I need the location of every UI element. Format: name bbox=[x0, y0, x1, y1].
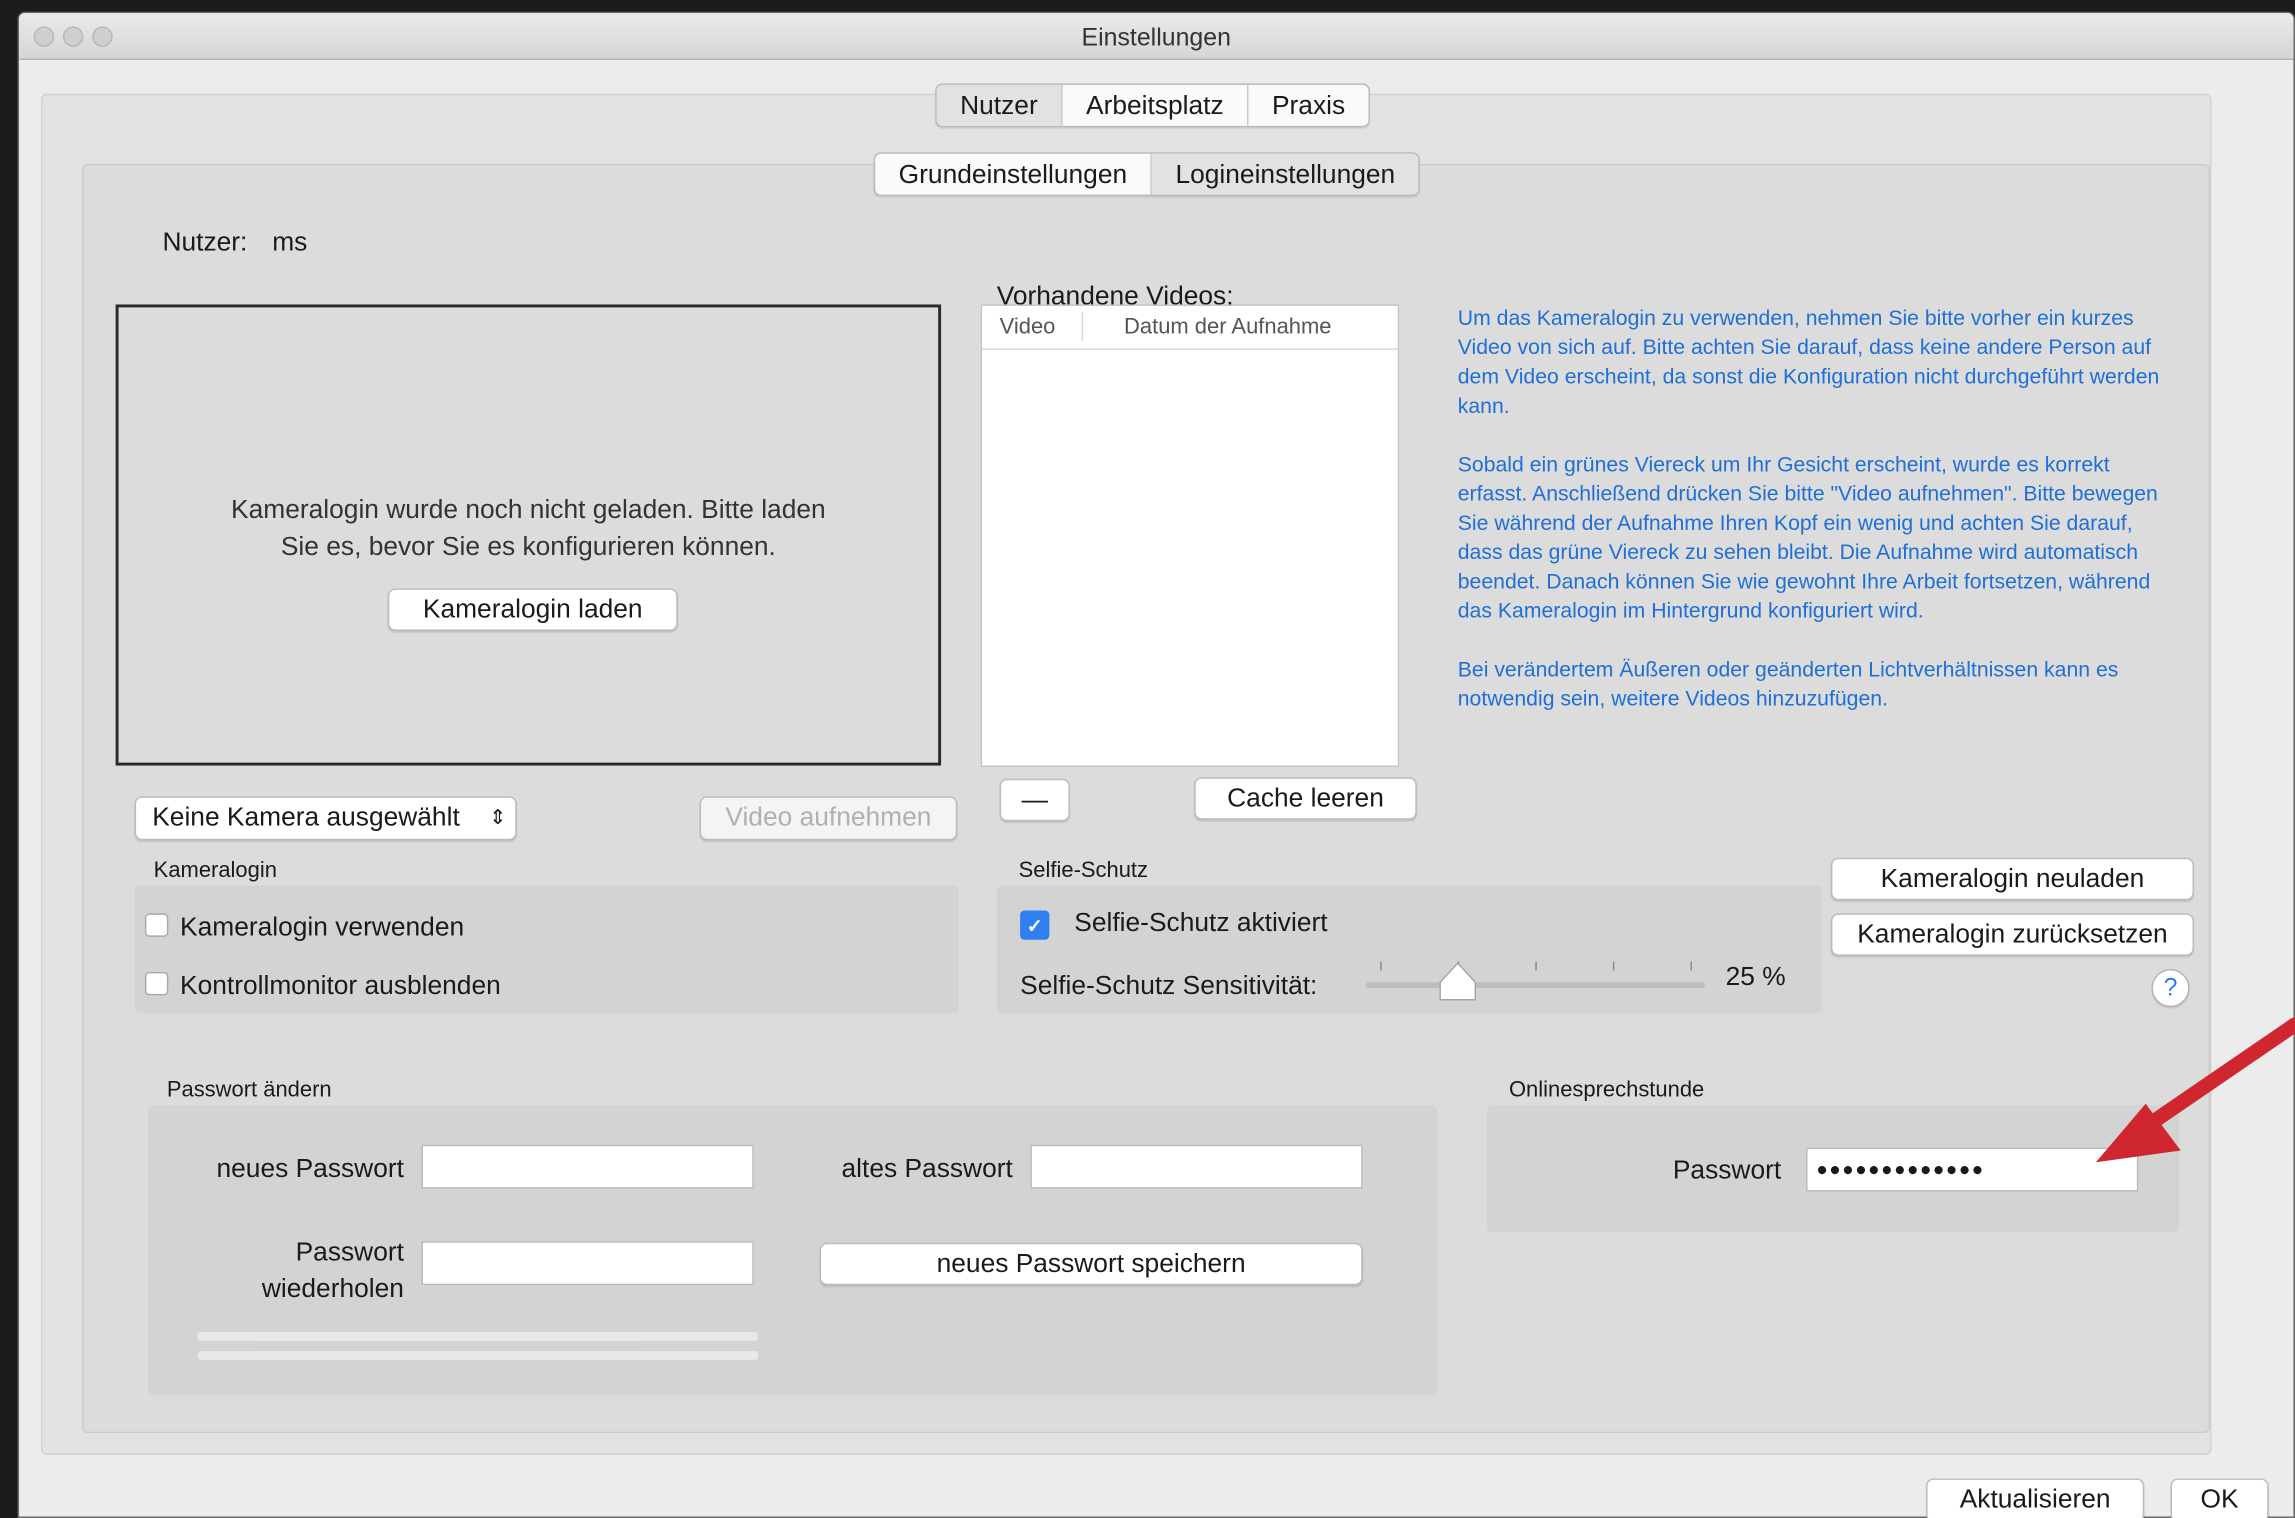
camera-select-value: Keine Kamera ausgewählt bbox=[152, 802, 460, 832]
sub-tab-bar: Grundeinstellungen Logineinstellungen bbox=[873, 152, 1421, 197]
user-name: ms bbox=[272, 226, 308, 257]
password-change-group: neues Passwort altes Passwort Passwort w… bbox=[147, 1105, 1438, 1396]
tab-nutzer[interactable]: Nutzer bbox=[936, 84, 1063, 126]
camera-message-line2: Sie es, bevor Sie es konfigurieren könne… bbox=[280, 531, 776, 561]
annotation-arrow-icon bbox=[2095, 1017, 2295, 1163]
selfie-active-label[interactable]: Selfie-Schutz aktiviert bbox=[1074, 908, 1327, 939]
camera-message: Kameralogin wurde noch nicht geladen. Bi… bbox=[119, 492, 939, 565]
use-kameralogin-label[interactable]: Kameralogin verwenden bbox=[180, 912, 464, 943]
tab-grundeinstellungen[interactable]: Grundeinstellungen bbox=[875, 153, 1153, 195]
tab-praxis[interactable]: Praxis bbox=[1249, 85, 1369, 126]
help-icon[interactable]: ? bbox=[2151, 969, 2190, 1008]
repeat-password-label-line2: wiederholen bbox=[261, 1273, 404, 1303]
slider-track bbox=[1365, 982, 1706, 989]
instructions-paragraph-3: Bei verändertem Äußeren oder geänderten … bbox=[1457, 658, 2119, 712]
password-strength-bar bbox=[197, 1332, 759, 1341]
sensitivity-value: 25 % bbox=[1725, 961, 1786, 991]
updown-chevron-icon: ⇕ bbox=[489, 805, 507, 829]
tab-logineinstellungen[interactable]: Logineinstellungen bbox=[1152, 153, 1419, 195]
password-strength-bar bbox=[197, 1351, 759, 1360]
online-group: Passwort ●●●●●●●●●●●●● bbox=[1487, 1105, 2180, 1233]
selfie-active-checkbox[interactable]: ✓ bbox=[1020, 910, 1050, 940]
hide-monitor-checkbox[interactable] bbox=[144, 971, 169, 996]
slider-thumb[interactable] bbox=[1439, 962, 1477, 1003]
instructions-text: Um das Kameralogin zu verwenden, nehmen … bbox=[1458, 304, 2161, 743]
slider-tick bbox=[1380, 961, 1382, 971]
tab-arbeitsplatz[interactable]: Arbeitsplatz bbox=[1063, 84, 1249, 126]
remove-video-button[interactable]: — bbox=[999, 778, 1070, 822]
new-password-field[interactable] bbox=[421, 1144, 754, 1189]
sensitivity-slider[interactable] bbox=[1365, 944, 1706, 1003]
repeat-password-label: Passwort wiederholen bbox=[148, 1234, 404, 1307]
load-kameralogin-button[interactable]: Kameralogin laden bbox=[387, 588, 678, 631]
slider-tick bbox=[1690, 961, 1692, 971]
kameralogin-group-title: Kameralogin bbox=[153, 857, 277, 883]
slider-tick bbox=[1535, 961, 1537, 971]
camera-message-line1: Kameralogin wurde noch nicht geladen. Bi… bbox=[231, 494, 826, 525]
old-password-label: altes Passwort bbox=[841, 1153, 1013, 1183]
camera-preview: Kameralogin wurde noch nicht geladen. Bi… bbox=[115, 304, 942, 766]
user-label: Nutzer: bbox=[162, 226, 248, 257]
password-change-group-title: Passwort ändern bbox=[166, 1077, 332, 1103]
selfie-group: ✓ Selfie-Schutz aktiviert Selfie-Schutz … bbox=[996, 885, 1823, 1013]
update-button[interactable]: Aktualisieren bbox=[1926, 1478, 2145, 1518]
hide-monitor-label[interactable]: Kontrollmonitor ausblenden bbox=[180, 970, 501, 1001]
online-group-title: Onlinesprechstunde bbox=[1508, 1077, 1705, 1103]
save-password-button[interactable]: neues Passwort speichern bbox=[819, 1242, 1363, 1286]
record-video-button[interactable]: Video aufnehmen bbox=[699, 796, 958, 841]
online-password-label: Passwort bbox=[1672, 1154, 1782, 1185]
slider-tick bbox=[1612, 961, 1615, 971]
videos-table-header: Video Datum der Aufnahme bbox=[982, 306, 1398, 350]
old-password-field[interactable] bbox=[1030, 1144, 1363, 1189]
use-kameralogin-checkbox[interactable] bbox=[144, 913, 169, 937]
window-title: Einstellungen bbox=[1081, 23, 1231, 52]
videos-table[interactable]: Video Datum der Aufnahme bbox=[980, 304, 1400, 768]
top-tab-bar: Nutzer Arbeitsplatz Praxis bbox=[935, 83, 1371, 128]
camera-select[interactable]: Keine Kamera ausgewählt ⇕ bbox=[134, 796, 517, 841]
reset-kameralogin-button[interactable]: Kameralogin zurücksetzen bbox=[1830, 913, 2194, 956]
kameralogin-group: Kameralogin verwenden Kontrollmonitor au… bbox=[134, 885, 959, 1013]
column-video[interactable]: Video bbox=[1000, 315, 1056, 340]
repeat-password-label-line1: Passwort bbox=[295, 1236, 404, 1267]
repeat-password-field[interactable] bbox=[421, 1241, 754, 1286]
column-divider bbox=[1081, 311, 1084, 342]
reload-kameralogin-button[interactable]: Kameralogin neuladen bbox=[1830, 857, 2194, 901]
clear-cache-button[interactable]: Cache leeren bbox=[1194, 777, 1417, 820]
column-date[interactable]: Datum der Aufnahme bbox=[1124, 315, 1331, 340]
instructions-paragraph-1: Um das Kameralogin zu verwenden, nehmen … bbox=[1457, 307, 2160, 419]
new-password-label: neues Passwort bbox=[216, 1153, 404, 1183]
ok-button[interactable]: OK bbox=[2170, 1478, 2269, 1518]
instructions-paragraph-2: Sobald ein grünes Viereck um Ihr Gesicht… bbox=[1457, 453, 2158, 624]
selfie-group-title: Selfie-Schutz bbox=[1018, 857, 1149, 883]
selfie-sensitivity-label: Selfie-Schutz Sensitivität: bbox=[1020, 970, 1318, 1000]
title-bar: Einstellungen bbox=[19, 13, 2294, 61]
